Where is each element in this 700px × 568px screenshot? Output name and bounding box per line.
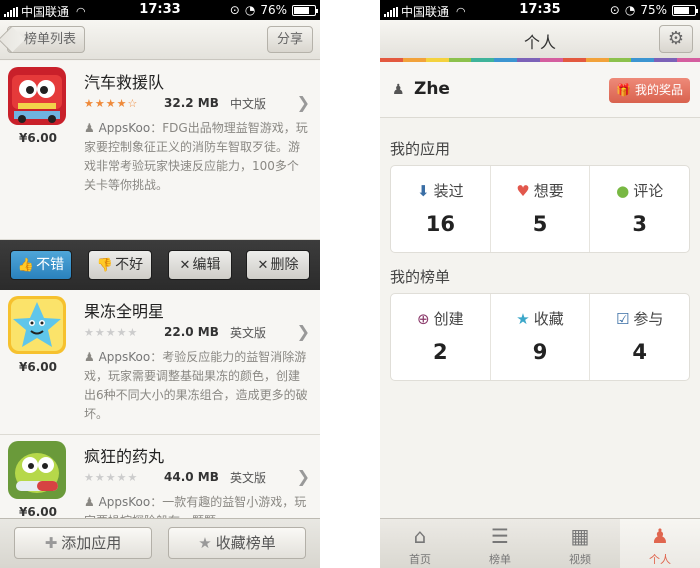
my-apps-stats: ⬇ 装过 16 ♥ 想要 5 ● 评论 3 [390,165,690,253]
review-action-bar: 👍 不错 👎 不好 ✕ 编辑 ✕ 删除 [0,240,320,290]
my-lists-stats: ⊕ 创建 2 ★ 收藏 9 ☑ 参与 4 [390,293,690,381]
stat-comments[interactable]: ● 评论 3 [590,166,689,252]
person-icon: ♟ [651,524,669,548]
nav-bar: 榜单列表 分享 [0,20,320,60]
favorite-list-button[interactable]: ★ 收藏榜单 [168,527,306,559]
stat-installed[interactable]: ⬇ 装过 16 [391,166,491,252]
page-title: 个人 [523,33,556,52]
app-name: 疯狂的药丸 [84,447,165,466]
person-icon: ♟ [84,350,95,364]
back-button[interactable]: 榜单列表 [7,26,86,53]
app-language: 英文版 [230,470,267,485]
tab-home[interactable]: ⌂ 首页 [380,519,460,568]
thumbs-up-icon: 👍 [17,258,35,273]
like-button[interactable]: 👍 不错 [10,250,72,280]
thumbs-down-icon: 👎 [96,258,114,273]
add-app-button[interactable]: ✚ 添加应用 [14,527,152,559]
status-bar: 中国联通 ◠ 17:35 ⊙ ◔ 75% [380,0,700,20]
chevron-right-icon: ❯ [296,93,310,112]
app-icon-fire-truck [8,67,66,125]
delete-x-icon: ✕ [257,258,269,273]
delete-button[interactable]: ✕ 删除 [246,250,310,280]
chevron-right-icon: ❯ [296,322,310,341]
list-item[interactable]: ¥6.00 果冻全明星 ★ ★ ★ ★ ★ 22.0 MB 英文版 ❯ ♟ AppsKo… [0,290,320,435]
app-description: ♟ AppsKoo：FDG出品物理益智游戏，玩家要控制象征正义的消防车智取歹徒。… [84,121,308,192]
app-list-screen: 中国联通 ◠ 17:33 ⊙ ◔ 76% 榜单列表 分享 ¥6.00 汽车救援队… [0,0,320,568]
stat-created[interactable]: ⊕ 创建 2 [391,294,491,380]
tab-lists[interactable]: ☰ 榜单 [460,519,540,568]
tab-profile[interactable]: ♟ 个人 [620,519,700,568]
edit-button[interactable]: ✕ 编辑 [168,250,232,280]
heart-icon: ♥ [516,182,530,200]
share-button[interactable]: 分享 [266,26,313,53]
app-description: ♟ AppsKoo：考验反应能力的益智消除游戏，玩家需要调整基础果冻的颜色，创建… [84,350,308,421]
dislike-button[interactable]: 👎 不好 [88,250,152,280]
app-size: 32.2 MB [164,96,219,110]
plus-icon: ✚ [44,534,58,552]
app-size: 22.0 MB [164,325,219,339]
app-language: 中文版 [230,96,267,111]
app-name: 果冻全明星 [84,302,165,321]
stat-participated[interactable]: ☑ 参与 4 [590,294,689,380]
battery-percent: 76% [260,3,287,17]
list-item[interactable]: ¥6.00 汽车救援队 ★ ★ ★ ★ ☆ 32.2 MB 中文版 ❯ ♟ AppsKo… [0,61,320,240]
app-icon-crazy-pills [8,441,66,499]
plus-circle-icon: ⊕ [417,310,430,328]
app-icon-jelly-star [8,296,66,354]
star-icon: ★ [516,310,530,328]
bottom-toolbar: ✚ 添加应用 ★ 收藏榜单 [0,518,320,568]
my-prizes-button[interactable]: 🎁 我的奖品 [609,78,690,103]
gift-icon: 🎁 [616,83,632,97]
chevron-right-icon: ❯ [296,467,310,486]
alarm-icon: ◔ [624,3,636,17]
rating-stars: ★ ★ ★ ★ ★ [84,325,138,339]
lock-rotation-icon: ⊙ [609,3,620,17]
person-icon: ♟ [392,82,405,98]
home-icon: ⌂ [413,524,427,548]
app-price: ¥6.00 [19,131,57,145]
battery-icon [672,4,698,16]
list-item[interactable]: ¥6.00 疯狂的药丸 ★ ★ ★ ★ ★ 44.0 MB 英文版 ❯ ♟ AppsKo… [0,435,320,528]
my-apps-heading: 我的应用 [390,140,451,158]
app-price: ¥6.00 [19,505,57,519]
person-icon: ♟ [84,495,95,509]
person-icon: ♟ [84,121,95,135]
clapperboard-icon: ▦ [570,524,590,548]
stat-favorited[interactable]: ★ 收藏 9 [491,294,591,380]
username: Zhe [414,79,450,99]
profile-screen: 中国联通 ◠ 17:35 ⊙ ◔ 75% 个人 ⚙ ♟ Zhe 🎁 我的奖品 我… [380,0,700,568]
rating-stars: ★ ★ ★ ★ ★ [84,470,138,484]
alarm-icon: ◔ [244,3,256,17]
stat-wanted[interactable]: ♥ 想要 5 [491,166,591,252]
user-header: ♟ Zhe 🎁 我的奖品 [380,62,700,118]
app-language: 英文版 [230,325,267,340]
battery-percent: 75% [640,3,667,17]
rating-stars: ★ ★ ★ ★ ☆ [84,96,138,110]
battery-icon [292,4,318,16]
status-bar: 中国联通 ◠ 17:33 ⊙ ◔ 76% [0,0,320,20]
tools-icon: ✕ [179,258,191,273]
nav-bar: 个人 ⚙ [380,20,700,58]
tab-video[interactable]: ▦ 视频 [540,519,620,568]
download-box-icon: ⬇ [417,182,430,200]
star-icon: ★ [198,534,212,552]
app-name: 汽车救援队 [84,73,165,92]
list-icon: ☰ [491,524,509,548]
comment-bubble-icon: ● [616,182,630,200]
lock-rotation-icon: ⊙ [229,3,240,17]
app-price: ¥6.00 [19,360,57,374]
settings-gear-icon[interactable]: ⚙ [659,25,693,53]
checkbox-icon: ☑ [615,310,630,328]
tab-bar: ⌂ 首页 ☰ 榜单 ▦ 视频 ♟ 个人 [380,518,700,568]
app-size: 44.0 MB [164,470,219,484]
my-lists-heading: 我的榜单 [390,268,451,286]
